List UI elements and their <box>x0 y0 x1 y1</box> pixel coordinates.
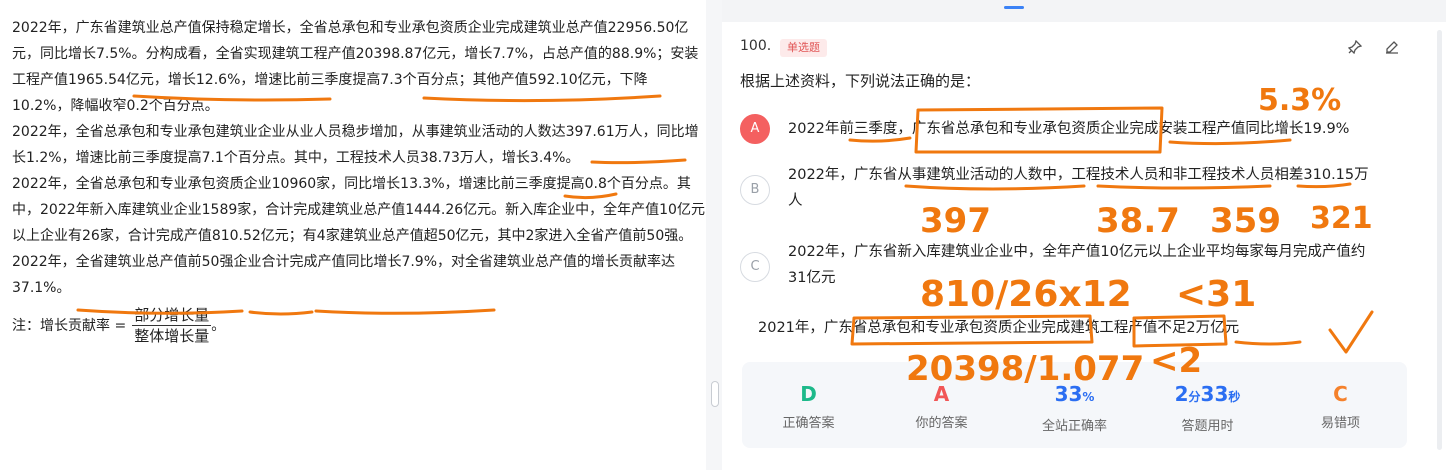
option-b-text[interactable]: 2022年，广东省从事建筑业活动的人数中，工程技术人员和非工程技术人员相差310… <box>788 162 1378 214</box>
stat-accuracy-number: 33 <box>1054 382 1083 406</box>
stat-time-seconds-unit: 秒 <box>1228 390 1241 404</box>
stat-accuracy: 33% 全站正确率 <box>1015 380 1135 448</box>
stat-time-minutes: 2 <box>1174 382 1189 406</box>
stat-your-answer-value: A <box>933 382 950 406</box>
stat-correct-answer-label: 正确答案 <box>782 416 835 431</box>
stat-easy-wrong-value: C <box>1333 382 1348 406</box>
option-d-text[interactable]: 2021年，广东省总承包和专业承包资质企业完成建筑工程产值不足2万亿元 <box>758 315 1348 341</box>
stat-correct-answer-value: D <box>800 382 817 406</box>
active-tab-indicator[interactable] <box>1004 6 1024 9</box>
pin-icon[interactable] <box>1344 38 1366 60</box>
stat-your-answer: A 你的答案 <box>882 380 1002 448</box>
question-type-badge: 单选题 <box>780 39 827 57</box>
stat-time-label: 答题用时 <box>1181 419 1234 434</box>
stat-accuracy-label: 全站正确率 <box>1041 419 1107 434</box>
option-a[interactable]: A 2022年前三季度，广东省总承包和专业承包资质企业完成安装工程产值同比增长1… <box>740 114 1378 144</box>
stat-time-minutes-unit: 分 <box>1188 390 1201 404</box>
right-scrollbar[interactable] <box>1437 30 1442 450</box>
stat-correct-answer: D 正确答案 <box>749 380 869 448</box>
formula-suffix: 。 <box>211 317 226 334</box>
question-number: 100. <box>740 38 772 54</box>
stat-time-value: 2分33秒 <box>1175 380 1241 411</box>
question-stem: 根据上述资料，下列说法正确的是： <box>740 72 981 90</box>
answer-stats-panel: D 正确答案 A 你的答案 33% 全站正确率 2分33秒 答题用时 C 易错项 <box>742 362 1407 448</box>
passage-paragraph-2: 2022年，全省总承包和专业承包建筑业企业从业人员稳步增加，从事建筑业活动的人数… <box>12 124 699 166</box>
stat-accuracy-value: 33% <box>1055 380 1095 411</box>
option-c[interactable]: C 2022年，广东省新入库建筑业企业中，全年产值10亿元以上企业平均每家每月完… <box>740 239 1378 291</box>
stat-accuracy-unit: % <box>1082 390 1095 404</box>
option-d[interactable]: D 2021年，广东省总承包和专业承包资质企业完成建筑工程产值不足2万亿元 <box>740 313 1348 341</box>
split-drag-handle[interactable] <box>711 381 719 407</box>
option-b-letter[interactable]: B <box>740 175 770 205</box>
option-a-text[interactable]: 2022年前三季度，广东省总承包和专业承包资质企业完成安装工程产值同比增长19.… <box>788 116 1378 142</box>
stat-your-answer-label: 你的答案 <box>915 416 968 431</box>
edit-icon[interactable] <box>1381 38 1403 60</box>
passage-paragraph-3: 2022年，全省总承包和专业承包资质企业10960家，同比增长13.3%，增速比… <box>12 176 705 296</box>
passage-paragraph-1: 2022年，广东省建筑业总产值保持稳定增长，全省总承包和专业承包资质企业完成建筑… <box>12 20 699 114</box>
stat-easy-wrong-label: 易错项 <box>1320 416 1360 431</box>
option-c-letter[interactable]: C <box>740 252 770 282</box>
option-c-text[interactable]: 2022年，广东省新入库建筑业企业中，全年产值10亿元以上企业平均每家每月完成产… <box>788 239 1378 291</box>
formula-denominator: 整体增长量 <box>134 327 210 345</box>
stat-time: 2分33秒 答题用时 <box>1148 380 1268 448</box>
stat-easy-wrong: C 易错项 <box>1281 380 1401 448</box>
option-b[interactable]: B 2022年，广东省从事建筑业活动的人数中，工程技术人员和非工程技术人员相差3… <box>740 162 1378 214</box>
passage-panel: 2022年，广东省建筑业总产值保持稳定增长，全省总承包和专业承包资质企业完成建筑… <box>0 0 706 470</box>
stat-time-seconds: 33 <box>1200 382 1229 406</box>
option-a-letter[interactable]: A <box>740 114 770 144</box>
top-tab-bar <box>722 0 1446 22</box>
formula-numerator: 部分增长量 <box>132 306 212 326</box>
formula-fraction: 部分增长量 整体增长量 <box>132 305 212 346</box>
formula-prefix: 注：增长贡献率 = <box>12 317 127 334</box>
formula-note: 注：增长贡献率 = 部分增长量 整体增长量 。 <box>12 305 706 346</box>
question-panel: 100. 单选题 根据上述资料，下列说法正确的是： A 2022年前三季度，广东… <box>722 0 1446 470</box>
